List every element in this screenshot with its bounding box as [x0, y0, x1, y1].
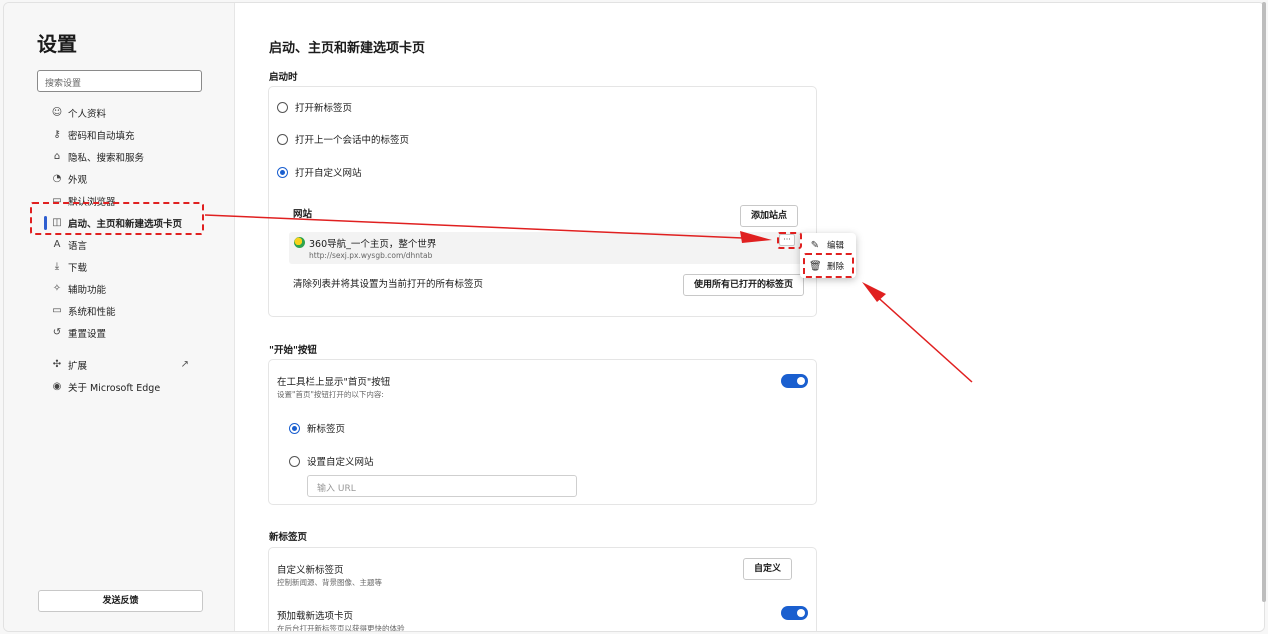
sidebar-item-privacy[interactable]: ⌂ 隐私、搜索和服务 [4, 146, 235, 168]
sidebar-item-label: 密码和自动填充 [68, 131, 135, 142]
open-external-icon: ↗ [180, 359, 189, 370]
send-feedback-button[interactable]: 发送反馈 [38, 590, 203, 612]
radio-label: 打开自定义网站 [295, 168, 362, 179]
page-title: 启动、主页和新建选项卡页 [269, 41, 426, 56]
sidebar-item-accessibility[interactable]: ✧ 辅助功能 [4, 278, 235, 300]
sidebar-item-extensions[interactable]: ✣ 扩展 ↗ [4, 354, 235, 376]
customize-new-tab-label: 自定义新标签页 [277, 565, 344, 576]
radio-label: 打开上一个会话中的标签页 [295, 135, 410, 146]
new-tab-card: 自定义新标签页 控制新闻源、背景图像、主题等 自定义 预加载新选项卡页 在后台打… [268, 547, 817, 632]
system-icon: ▭ [52, 305, 62, 316]
home-url-input[interactable]: 输入 URL [307, 475, 577, 497]
pencil-icon: ✎ [810, 239, 820, 251]
sidebar-item-system[interactable]: ▭ 系统和性能 [4, 300, 235, 322]
sidebar-item-label: 隐私、搜索和服务 [68, 153, 145, 164]
radio-label: 打开新标签页 [295, 103, 353, 114]
new-tab-heading: 新标签页 [269, 532, 308, 543]
sidebar-item-profile[interactable]: ☺ 个人资料 [4, 102, 235, 124]
home-option-new-tab[interactable]: 新标签页 [289, 421, 345, 435]
radio-button[interactable] [289, 455, 300, 467]
sidebar-item-about[interactable]: ◉ 关于 Microsoft Edge [4, 376, 235, 398]
sidebar-item-label: 语言 [68, 241, 88, 252]
startup-option-custom-sites[interactable]: 打开自定义网站 [277, 165, 362, 179]
site-url: http://sexj.px.wysgb.com/dhntab [309, 251, 433, 260]
sidebar-item-language[interactable]: A 语言 [4, 234, 235, 256]
reset-icon: ↺ [52, 327, 62, 338]
accessibility-icon: ✧ [52, 283, 62, 294]
clear-list-text: 清除列表并将其设置为当前打开的所有标签页 [293, 279, 484, 290]
radio-button[interactable] [277, 166, 288, 178]
settings-window: 设置 搜索设置 ☺ 个人资料 ⚷ 密码和自动填充 ⌂ 隐私、搜索和服务 ◔ 外观… [3, 2, 1265, 632]
startup-option-new-tab[interactable]: 打开新标签页 [277, 100, 352, 114]
radio-label: 设置自定义网站 [307, 457, 374, 468]
radio-label: 新标签页 [307, 424, 346, 435]
nav-separator [4, 344, 235, 354]
show-home-button-label: 在工具栏上显示"首页"按钮 [277, 377, 391, 388]
customize-button[interactable]: 自定义 [743, 558, 793, 580]
sidebar-item-label: 个人资料 [68, 109, 107, 120]
site-name: 360导航_一个主页，整个世界 [309, 239, 437, 250]
show-home-button-sub: 设置"首页"按钮打开的以下内容: [277, 390, 384, 399]
profile-icon: ☺ [51, 107, 63, 118]
preload-new-tab-sub: 在后台打开新标签页以获得更快的体验 [277, 624, 405, 632]
appearance-icon: ◔ [52, 173, 62, 184]
sidebar-item-reset[interactable]: ↺ 重置设置 [4, 322, 235, 344]
sidebar-nav: ☺ 个人资料 ⚷ 密码和自动填充 ⌂ 隐私、搜索和服务 ◔ 外观 ▭ 默认浏览器 [4, 102, 235, 398]
search-input[interactable]: 搜索设置 [37, 70, 202, 92]
sidebar-item-appearance[interactable]: ◔ 外观 [4, 168, 235, 190]
home-button-heading: "开始"按钮 [269, 345, 317, 356]
sidebar-item-label: 重置设置 [68, 329, 107, 340]
use-all-open-tabs-button[interactable]: 使用所有已打开的标签页 [683, 274, 805, 296]
sidebar-item-passwords[interactable]: ⚷ 密码和自动填充 [4, 124, 235, 146]
annotation-highlight-sidebar [30, 202, 204, 235]
context-menu-edit-label: 编辑 [827, 241, 845, 251]
scrollbar[interactable] [1262, 2, 1266, 602]
home-button-card: 在工具栏上显示"首页"按钮 设置"首页"按钮打开的以下内容: 新标签页 设置自定… [268, 359, 817, 505]
download-icon: ⤓ [54, 261, 60, 272]
show-home-button-toggle[interactable] [781, 374, 808, 388]
preload-new-tab-toggle[interactable] [781, 606, 808, 620]
sites-label: 网站 [293, 209, 313, 220]
main-content: 启动、主页和新建选项卡页 启动时 打开新标签页 打开上一个会话中的标签页 打开自… [236, 3, 1264, 632]
annotation-highlight-delete [803, 253, 854, 278]
site-list-item: 360导航_一个主页，整个世界 http://sexj.px.wysgb.com… [289, 232, 807, 264]
customize-new-tab-sub: 控制新闻源、背景图像、主题等 [277, 578, 382, 587]
sidebar-item-downloads[interactable]: ⤓ 下载 [4, 256, 235, 278]
edge-icon: ◉ [52, 381, 62, 392]
context-menu-edit[interactable]: ✎ 编辑 [809, 239, 845, 252]
startup-heading: 启动时 [269, 72, 298, 83]
lock-icon: ⌂ [53, 151, 61, 162]
sidebar-item-label: 外观 [68, 175, 88, 186]
radio-button[interactable] [277, 133, 288, 145]
startup-card: 打开新标签页 打开上一个会话中的标签页 打开自定义网站 网站 添加站点 360导… [268, 86, 817, 317]
sidebar-item-label: 系统和性能 [68, 307, 116, 318]
key-icon: ⚷ [53, 129, 61, 140]
radio-button[interactable] [289, 422, 300, 434]
annotation-highlight-more [777, 232, 802, 249]
sidebar-item-label: 关于 Microsoft Edge [68, 383, 161, 394]
language-icon: A [53, 239, 61, 250]
sidebar-item-label: 辅助功能 [68, 285, 107, 296]
site-favicon-icon [294, 237, 305, 248]
radio-button[interactable] [277, 101, 288, 113]
home-option-custom-site[interactable]: 设置自定义网站 [289, 454, 374, 468]
add-site-button[interactable]: 添加站点 [740, 205, 799, 227]
startup-option-previous-session[interactable]: 打开上一个会话中的标签页 [277, 132, 409, 146]
sidebar: 设置 搜索设置 ☺ 个人资料 ⚷ 密码和自动填充 ⌂ 隐私、搜索和服务 ◔ 外观… [4, 3, 235, 631]
sidebar-item-label: 下载 [68, 263, 88, 274]
sidebar-item-label: 扩展 [68, 361, 88, 372]
extensions-icon: ✣ [52, 359, 62, 370]
preload-new-tab-label: 预加载新选项卡页 [277, 611, 354, 622]
sidebar-title: 设置 [37, 32, 77, 56]
